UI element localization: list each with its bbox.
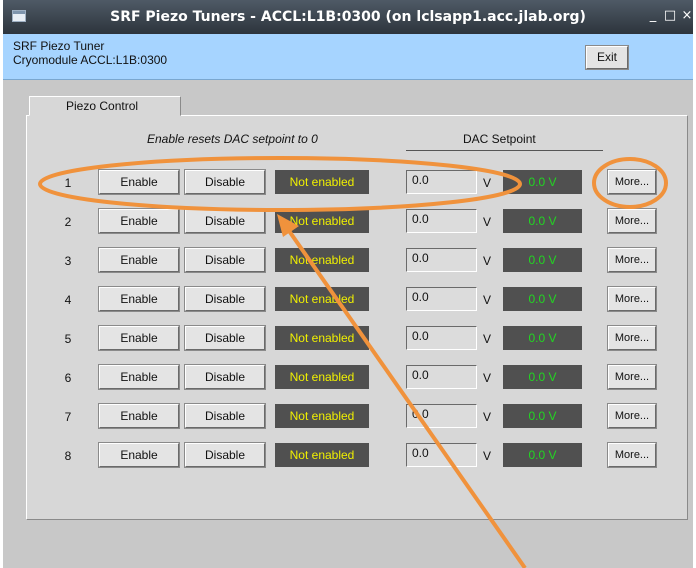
- row-number: 6: [64, 371, 72, 385]
- status-indicator: Not enabled: [275, 248, 369, 272]
- row-number: 1: [64, 176, 72, 190]
- enable-button[interactable]: Enable: [99, 404, 179, 428]
- app-window: SRF Piezo Tuners - ACCL:L1B:0300 (on lcl…: [3, 0, 693, 568]
- voltage-readback: 0.0 V: [503, 209, 582, 233]
- voltage-readback: 0.0 V: [503, 365, 582, 389]
- unit-label: V: [483, 215, 492, 229]
- more-button[interactable]: More...: [608, 365, 656, 389]
- more-button[interactable]: More...: [608, 287, 656, 311]
- disable-button[interactable]: Disable: [185, 404, 265, 428]
- disable-button[interactable]: Disable: [185, 209, 265, 233]
- status-indicator: Not enabled: [275, 443, 369, 467]
- dac-setpoint-input[interactable]: 0.0: [406, 248, 477, 272]
- unit-label: V: [483, 410, 492, 424]
- app-name: SRF Piezo Tuner: [13, 39, 105, 53]
- dac-setpoint-input[interactable]: 0.0: [406, 404, 477, 428]
- dac-setpoint-input[interactable]: 0.0: [406, 287, 477, 311]
- enable-button[interactable]: Enable: [99, 443, 179, 467]
- voltage-readback: 0.0 V: [503, 404, 582, 428]
- enable-button[interactable]: Enable: [99, 248, 179, 272]
- row-number: 8: [64, 449, 72, 463]
- row-number: 2: [64, 215, 72, 229]
- cryomodule-label: Cryomodule ACCL:L1B:0300: [13, 53, 168, 67]
- disable-button[interactable]: Disable: [185, 248, 265, 272]
- more-button[interactable]: More...: [608, 404, 656, 428]
- voltage-readback: 0.0 V: [503, 287, 582, 311]
- tab-piezo-control[interactable]: Piezo Control: [29, 96, 181, 116]
- status-indicator: Not enabled: [275, 209, 369, 233]
- enable-button[interactable]: Enable: [99, 209, 179, 233]
- dac-setpoint-input[interactable]: 0.0: [406, 170, 477, 194]
- dac-setpoint-header: DAC Setpoint: [463, 132, 536, 146]
- more-button[interactable]: More...: [608, 170, 656, 194]
- disable-button[interactable]: Disable: [185, 170, 265, 194]
- disable-button[interactable]: Disable: [185, 443, 265, 467]
- disable-button[interactable]: Disable: [185, 365, 265, 389]
- piezo-row: 4 Enable Disable Not enabled 0.0 V 0.0 V More..…: [3, 287, 693, 313]
- enable-note: Enable resets DAC setpoint to 0: [147, 132, 318, 146]
- row-number: 3: [64, 254, 72, 268]
- voltage-readback: 0.0 V: [503, 170, 582, 194]
- exit-button[interactable]: Exit: [586, 46, 628, 69]
- close-icon[interactable]: ×: [680, 8, 694, 24]
- unit-label: V: [483, 293, 492, 307]
- more-button[interactable]: More...: [608, 443, 656, 467]
- piezo-row: 1 Enable Disable Not enabled 0.0 V 0.0 V More..…: [3, 170, 693, 196]
- disable-button[interactable]: Disable: [185, 326, 265, 350]
- voltage-readback: 0.0 V: [503, 443, 582, 467]
- row-number: 7: [64, 410, 72, 424]
- piezo-row: 5 Enable Disable Not enabled 0.0 V 0.0 V More..…: [3, 326, 693, 352]
- piezo-row: 8 Enable Disable Not enabled 0.0 V 0.0 V More..…: [3, 443, 693, 469]
- status-indicator: Not enabled: [275, 404, 369, 428]
- row-number: 4: [64, 293, 72, 307]
- unit-label: V: [483, 371, 492, 385]
- more-button[interactable]: More...: [608, 248, 656, 272]
- disable-button[interactable]: Disable: [185, 287, 265, 311]
- enable-button[interactable]: Enable: [99, 287, 179, 311]
- piezo-row: 7 Enable Disable Not enabled 0.0 V 0.0 V More..…: [3, 404, 693, 430]
- voltage-readback: 0.0 V: [503, 326, 582, 350]
- unit-label: V: [483, 332, 492, 346]
- more-button[interactable]: More...: [608, 326, 656, 350]
- enable-button[interactable]: Enable: [99, 326, 179, 350]
- tab-label: Piezo Control: [66, 99, 139, 113]
- piezo-row: 2 Enable Disable Not enabled 0.0 V 0.0 V More..…: [3, 209, 693, 235]
- voltage-readback: 0.0 V: [503, 248, 582, 272]
- dac-header-underline: [406, 150, 603, 151]
- unit-label: V: [483, 176, 492, 190]
- enable-button[interactable]: Enable: [99, 365, 179, 389]
- status-indicator: Not enabled: [275, 170, 369, 194]
- piezo-row: 3 Enable Disable Not enabled 0.0 V 0.0 V More..…: [3, 248, 693, 274]
- enable-button[interactable]: Enable: [99, 170, 179, 194]
- status-indicator: Not enabled: [275, 287, 369, 311]
- unit-label: V: [483, 254, 492, 268]
- maximize-icon[interactable]: □: [663, 8, 677, 24]
- minimize-icon[interactable]: _: [646, 8, 660, 24]
- title-bar[interactable]: SRF Piezo Tuners - ACCL:L1B:0300 (on lcl…: [3, 0, 693, 34]
- unit-label: V: [483, 449, 492, 463]
- dac-setpoint-input[interactable]: 0.0: [406, 365, 477, 389]
- row-number: 5: [64, 332, 72, 346]
- more-button[interactable]: More...: [608, 209, 656, 233]
- status-indicator: Not enabled: [275, 365, 369, 389]
- dac-setpoint-input[interactable]: 0.0: [406, 326, 477, 350]
- dac-setpoint-input[interactable]: 0.0: [406, 209, 477, 233]
- dac-setpoint-input[interactable]: 0.0: [406, 443, 477, 467]
- piezo-row: 6 Enable Disable Not enabled 0.0 V 0.0 V More..…: [3, 365, 693, 391]
- status-indicator: Not enabled: [275, 326, 369, 350]
- window-title: SRF Piezo Tuners - ACCL:L1B:0300 (on lcl…: [110, 9, 586, 25]
